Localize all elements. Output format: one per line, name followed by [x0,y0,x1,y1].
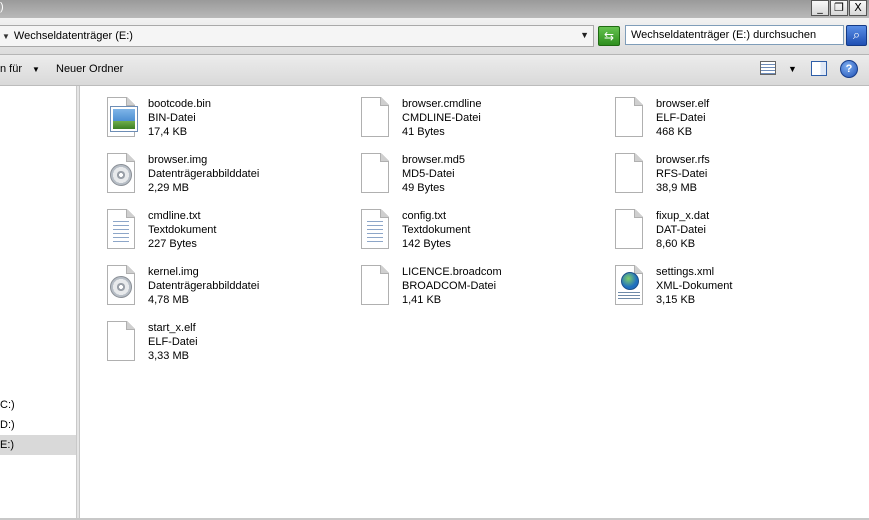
window-controls: _ ❐ X [811,0,867,16]
open-with-label: n für [0,63,23,75]
file-type: ELF-Datei [148,336,198,348]
help-icon[interactable]: ? [840,60,858,78]
file-name: config.txt [402,210,447,222]
minimize-button[interactable]: _ [811,0,829,16]
file-item[interactable]: bootcode.bin BIN-Datei 17,4 KB [104,96,344,148]
file-item[interactable]: browser.elf ELF-Datei 468 KB [612,96,852,148]
blank-file-icon [612,152,646,196]
disc-image-icon [104,264,138,308]
blank-file-icon [358,152,392,196]
file-type: BIN-Datei [148,112,196,124]
search-button[interactable]: ⌕ [846,25,867,46]
navigation-pane: C:) D:) E:) [0,86,77,520]
nav-item-drive-c[interactable]: C:) [0,395,76,415]
preview-pane-icon[interactable] [811,61,827,76]
refresh-button[interactable]: ⇆ [598,26,620,46]
file-size: 4,78 MB [148,294,189,306]
file-name: browser.img [148,154,208,166]
disc-image-icon [104,152,138,196]
file-item[interactable]: browser.rfs RFS-Datei 38,9 MB [612,152,852,204]
address-bar[interactable]: ▼ Wechseldatenträger (E:) ▼ [0,25,594,47]
chevron-down-icon: ▼ [32,65,40,74]
nav-item-drive-d[interactable]: D:) [0,415,76,435]
file-size: 1,41 KB [402,294,442,306]
view-options-dropdown-icon[interactable]: ▼ [788,64,797,74]
file-size: 8,60 KB [656,238,696,250]
file-type: Textdokument [402,224,471,236]
file-type: XML-Dokument [656,280,733,292]
file-name: settings.xml [656,266,715,278]
file-size: 49 Bytes [402,182,445,194]
search-input[interactable]: Wechseldatenträger (E:) durchsuchen [625,25,844,45]
blank-file-icon [104,320,138,364]
file-type: Textdokument [148,224,217,236]
file-type: ELF-Datei [656,112,706,124]
text-file-icon [104,208,138,252]
file-type: MD5-Datei [402,168,455,180]
address-dropdown-icon[interactable]: ▼ [580,30,589,40]
file-item[interactable]: browser.md5 MD5-Datei 49 Bytes [358,152,598,204]
file-name: start_x.elf [148,322,196,334]
file-item[interactable]: kernel.img Datenträgerabbilddatei 4,78 MB [104,264,344,316]
file-item[interactable]: cmdline.txt Textdokument 227 Bytes [104,208,344,260]
file-type: Datenträgerabbilddatei [148,280,260,292]
file-list: bootcode.bin BIN-Datei 17,4 KB browser.cmd… [80,86,869,520]
file-size: 41 Bytes [402,126,445,138]
file-item[interactable]: browser.img Datenträgerabbilddatei 2,29 MB [104,152,344,204]
blank-file-icon [358,264,392,308]
file-item[interactable]: browser.cmdline CMDLINE-Datei 41 Bytes [358,96,598,148]
file-item[interactable]: start_x.elf ELF-Datei 3,33 MB [104,320,344,372]
file-size: 227 Bytes [148,238,197,250]
search-placeholder: Wechseldatenträger (E:) durchsuchen [631,29,817,41]
file-size: 142 Bytes [402,238,451,250]
file-size: 2,29 MB [148,182,189,194]
image-file-icon [104,96,138,140]
file-item[interactable]: settings.xml XML-Dokument 3,15 KB [612,264,852,316]
file-name: kernel.img [148,266,199,278]
new-folder-button[interactable]: Neuer Ordner [56,63,123,75]
file-type: CMDLINE-Datei [402,112,481,124]
file-name: bootcode.bin [148,98,211,110]
open-with-menu[interactable]: n für ▼ [0,63,40,75]
file-size: 17,4 KB [148,126,188,138]
text-file-icon [358,208,392,252]
maximize-button[interactable]: ❐ [830,0,848,16]
file-size: 468 KB [656,126,693,138]
file-item[interactable]: LICENCE.broadcom BROADCOM-Datei 1,41 KB [358,264,598,316]
file-type: BROADCOM-Datei [402,280,497,292]
change-view-icon[interactable] [760,61,776,75]
blank-file-icon [612,96,646,140]
title-bar: ) _ ❐ X [0,0,869,18]
file-type: Datenträgerabbilddatei [148,168,260,180]
blank-file-icon [358,96,392,140]
file-name: browser.cmdline [402,98,482,110]
file-name: browser.rfs [656,154,710,166]
file-name: browser.md5 [402,154,465,166]
file-name: LICENCE.broadcom [402,266,502,278]
file-size: 38,9 MB [656,182,697,194]
file-name: fixup_x.dat [656,210,710,222]
file-type: RFS-Datei [656,168,708,180]
title-fragment: ) [0,1,4,13]
file-size: 3,33 MB [148,350,189,362]
breadcrumb-chevron-icon[interactable]: ▼ [2,32,10,41]
file-type: DAT-Datei [656,224,706,236]
file-item[interactable]: fixup_x.dat DAT-Datei 8,60 KB [612,208,852,260]
nav-item-drive-e[interactable]: E:) [0,435,76,455]
xml-file-icon [612,264,646,308]
file-size: 3,15 KB [656,294,696,306]
file-item[interactable]: config.txt Textdokument 142 Bytes [358,208,598,260]
breadcrumb-current-drive[interactable]: Wechseldatenträger (E:) [14,30,133,42]
blank-file-icon [612,208,646,252]
close-button[interactable]: X [849,0,867,16]
address-row: ▼ Wechseldatenträger (E:) ▼ ⇆ Wechseldat… [0,18,869,55]
command-bar: n für ▼ Neuer Ordner ▼ ? [0,55,869,86]
file-name: browser.elf [656,98,710,110]
file-name: cmdline.txt [148,210,201,222]
